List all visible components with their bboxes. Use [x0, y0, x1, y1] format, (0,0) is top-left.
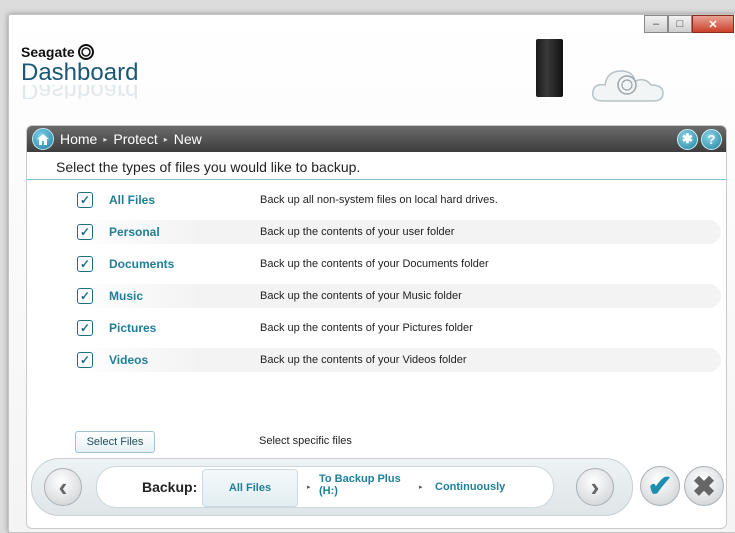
list-item-desc: Back up all non-system files on local ha… — [260, 194, 498, 206]
summary-destination-line2: (H:) — [319, 485, 338, 497]
home-icon[interactable] — [32, 128, 54, 150]
summary-destination[interactable]: To Backup Plus (H:) — [319, 473, 401, 497]
list-item-personal[interactable]: ✓ Personal Back up the contents of your … — [69, 220, 721, 244]
breadcrumb-new: New — [173, 131, 202, 147]
backup-summary: Backup: All Files ▸ To Backup Plus (H:) … — [96, 466, 554, 508]
close-button[interactable]: ✕ — [692, 15, 734, 33]
main-panel: Home ▸ Protect ▸ New ✱ ? Select the type… — [26, 125, 727, 529]
gear-icon[interactable]: ✱ — [677, 128, 698, 150]
summary-separator-icon: ▸ — [419, 484, 423, 491]
window-controls: – □ ✕ — [644, 15, 734, 33]
minimize-button[interactable]: – — [644, 15, 668, 33]
checkbox-pictures[interactable]: ✓ — [77, 320, 93, 336]
list-item-music[interactable]: ✓ Music Back up the contents of your Mus… — [69, 284, 721, 308]
list-item-label: Music — [109, 289, 144, 303]
top-icons: ✱ ? — [677, 128, 722, 150]
checkbox-personal[interactable]: ✓ — [77, 224, 93, 240]
cancel-button[interactable]: ✖ — [684, 466, 724, 506]
checkbox-videos[interactable]: ✓ — [77, 352, 93, 368]
checkbox-all-files[interactable]: ✓ — [77, 192, 93, 208]
app-window: – □ ✕ Seagate Dashboard Dashboard Home ▸… — [8, 14, 735, 533]
select-files-button[interactable]: Select Files — [75, 431, 155, 453]
list-item-documents[interactable]: ✓ Documents Back up the contents of your… — [69, 252, 721, 276]
breadcrumb-protect[interactable]: Protect — [113, 131, 157, 147]
backup-summary-bar: ‹ Backup: All Files ▸ To Backup Plus (H:… — [31, 458, 633, 516]
summary-what[interactable]: All Files — [202, 469, 298, 507]
summary-schedule[interactable]: Continuously — [435, 481, 505, 493]
instruction-text: Select the types of files you would like… — [27, 152, 726, 180]
list-item-desc: Back up the contents of your Videos fold… — [260, 354, 467, 366]
list-item-desc: Back up the contents of your Pictures fo… — [260, 322, 473, 334]
drive-image — [536, 39, 563, 97]
breadcrumb-home[interactable]: Home — [60, 131, 97, 147]
breadcrumb: Home ▸ Protect ▸ New ✱ ? — [27, 126, 726, 152]
maximize-button[interactable]: □ — [668, 15, 692, 33]
previous-button[interactable]: ‹ — [44, 468, 82, 506]
list-item-label: Pictures — [109, 321, 157, 335]
next-button[interactable]: › — [576, 468, 614, 506]
summary-separator-icon: ▸ — [307, 484, 311, 491]
list-item-pictures[interactable]: ✓ Pictures Back up the contents of your … — [69, 316, 721, 340]
list-item-label: Documents — [109, 257, 175, 271]
summary-destination-line1: To Backup Plus — [319, 473, 401, 485]
breadcrumb-separator-icon: ▸ — [163, 134, 168, 144]
app-title: Dashboard — [21, 59, 139, 86]
confirm-button[interactable]: ✔ — [640, 466, 680, 506]
list-item-desc: Back up the contents of your Documents f… — [260, 258, 489, 270]
list-item-desc: Back up the contents of your user folder — [260, 226, 455, 238]
company-name: Seagate — [21, 44, 75, 60]
list-item-label: Videos — [109, 353, 149, 367]
summary-label: Backup: — [142, 479, 198, 495]
checkbox-documents[interactable]: ✓ — [77, 256, 93, 272]
list-item-desc: Back up the contents of your Music folde… — [260, 290, 462, 302]
breadcrumb-separator-icon: ▸ — [103, 134, 108, 144]
list-item-label: All Files — [109, 193, 156, 207]
app-title-reflection: Dashboard — [21, 85, 139, 99]
list-item-videos[interactable]: ✓ Videos Back up the contents of your Vi… — [69, 348, 721, 372]
brand-logo: Seagate Dashboard Dashboard — [21, 43, 138, 99]
cloud-icon — [591, 70, 664, 102]
select-files-desc: Select specific files — [259, 435, 352, 447]
list-item-label: Personal — [109, 225, 160, 239]
help-icon[interactable]: ? — [701, 128, 722, 150]
list-item-all-files[interactable]: ✓ All Files Back up all non-system files… — [69, 188, 721, 212]
checkbox-music[interactable]: ✓ — [77, 288, 93, 304]
